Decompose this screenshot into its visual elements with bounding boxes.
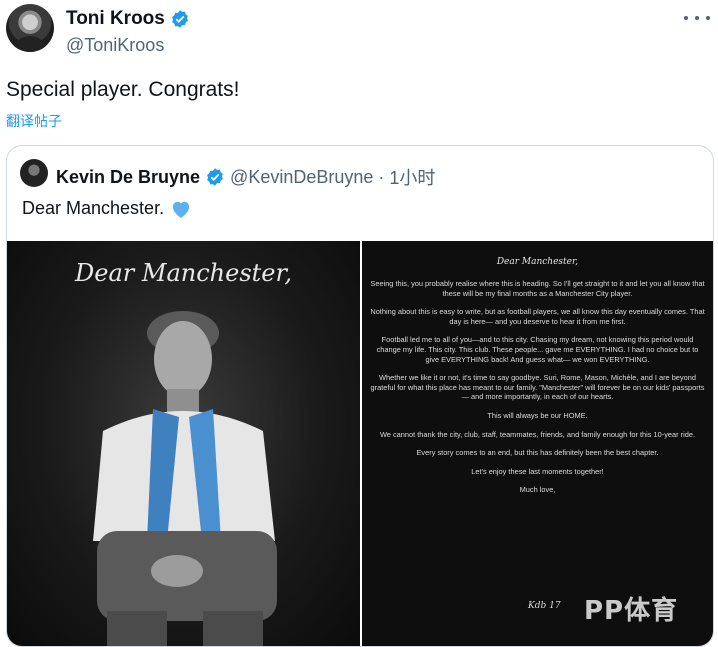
quoted-timestamp[interactable]: 1小时 bbox=[389, 164, 435, 190]
quoted-text-row: Dear Manchester. bbox=[22, 198, 192, 219]
quoted-header: Kevin De Bruyne @KevinDeBruyne · 1小时 bbox=[56, 164, 435, 190]
more-options-icon[interactable] bbox=[684, 8, 710, 28]
letter-paragraph: Much love, bbox=[519, 485, 556, 495]
letter-paragraph: We cannot thank the city, club, staff, t… bbox=[379, 429, 696, 439]
letter-body: Seeing this, you probably realise where … bbox=[370, 279, 705, 504]
author-name-row: Toni Kroos bbox=[66, 8, 190, 30]
blue-heart-icon bbox=[172, 201, 190, 218]
author-handle[interactable]: @ToniKroos bbox=[66, 35, 164, 56]
letter-signature: Kdb 17 bbox=[528, 601, 561, 611]
seated-player-figure bbox=[93, 311, 277, 646]
letter-paragraph: Football led me to all of you—and to thi… bbox=[376, 335, 699, 364]
tweet-text: Special player. Congrats! bbox=[6, 78, 240, 101]
quoted-author-avatar[interactable] bbox=[20, 159, 48, 187]
quoted-author-handle[interactable]: @KevinDeBruyne bbox=[230, 167, 373, 188]
separator-dot: · bbox=[378, 166, 385, 187]
author-name[interactable]: Toni Kroos bbox=[66, 8, 165, 30]
quoted-text: Dear Manchester. bbox=[22, 198, 165, 218]
translate-post-link[interactable]: 翻译帖子 bbox=[6, 111, 62, 131]
author-avatar[interactable] bbox=[6, 4, 54, 52]
quoted-author-name[interactable]: Kevin De Bruyne bbox=[56, 167, 200, 188]
letter-paragraph: Let's enjoy these last moments together! bbox=[471, 466, 604, 476]
photo-portrait[interactable]: Dear Manchester, bbox=[7, 241, 360, 646]
letter-heading: Dear Manchester, bbox=[496, 257, 579, 267]
photo-letter[interactable]: Dear Manchester, Seeing this, you probab… bbox=[362, 241, 713, 646]
verified-badge-icon bbox=[172, 10, 188, 28]
letter-paragraph: This will always be our HOME. bbox=[487, 410, 588, 420]
pp-sports-watermark: PP体育 bbox=[584, 596, 679, 626]
letter-paragraph: Seeing this, you probably realise where … bbox=[370, 279, 705, 298]
letter-paragraph: Nothing about this is easy to write, but… bbox=[370, 307, 705, 326]
letter-paragraph: Every story comes to an end, but this ha… bbox=[416, 448, 659, 458]
verified-badge-icon bbox=[207, 168, 223, 186]
letter-paragraph: Whether we like it or not, it's time to … bbox=[370, 373, 705, 402]
quoted-tweet-card[interactable]: Kevin De Bruyne @KevinDeBruyne · 1小时 Dea… bbox=[6, 145, 714, 647]
